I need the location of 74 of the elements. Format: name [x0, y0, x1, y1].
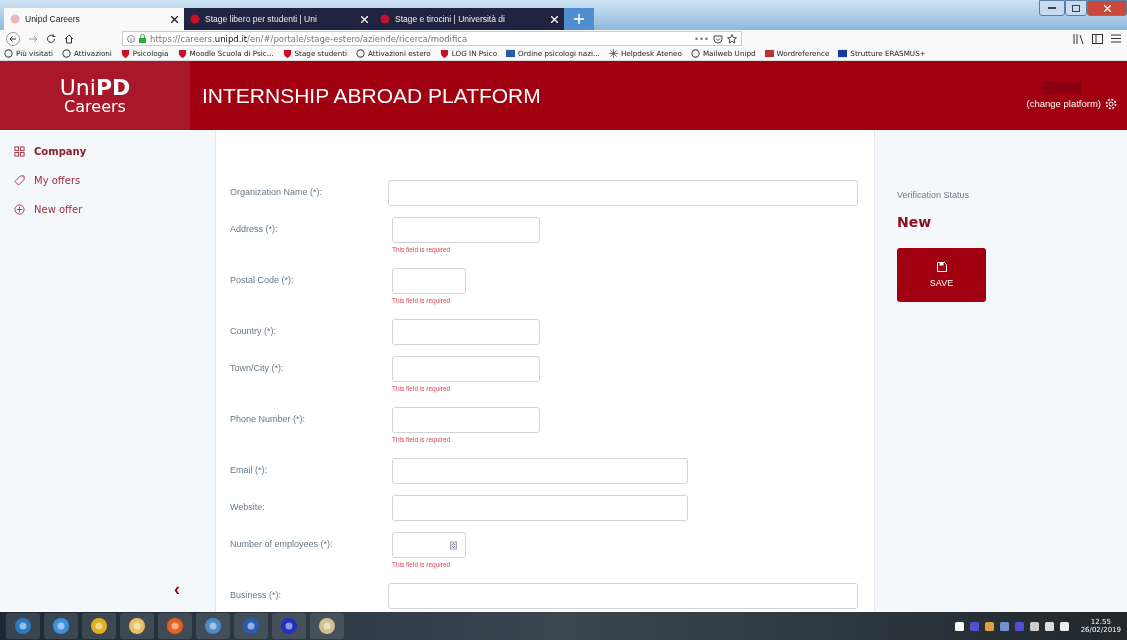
favicon-icon — [190, 14, 200, 24]
field-label: Organization Name (*): — [230, 186, 324, 197]
logo-icon — [764, 49, 774, 58]
input-field[interactable] — [392, 356, 540, 382]
field-label: Address (*): — [230, 223, 279, 234]
back-button[interactable] — [6, 31, 20, 46]
url-text: https://careers.unipd.it/en/#/portale/stage-estero/aziende/ricerca/modifica — [150, 33, 469, 44]
more-actions-button[interactable]: ••• — [693, 33, 709, 44]
sidebar-item[interactable]: My offers — [14, 175, 190, 186]
menu-icon[interactable] — [1111, 34, 1121, 43]
tag-icon — [14, 175, 25, 186]
status-value: New — [897, 214, 932, 230]
minimize-button[interactable] — [1039, 0, 1065, 16]
browser-tab[interactable]: Unipd Careers — [4, 8, 184, 30]
star-icon — [608, 49, 618, 58]
sidebar-item[interactable]: New offer — [14, 204, 190, 215]
favicon-icon — [380, 14, 390, 24]
grid-icon — [14, 146, 25, 157]
field-label: Country (*): — [230, 325, 277, 336]
taskbar-button[interactable] — [44, 613, 78, 639]
field-label: Business (*): — [230, 589, 283, 600]
plus-circle-icon — [14, 204, 25, 215]
collapse-button[interactable]: ‹ — [174, 580, 180, 598]
forward-button[interactable] — [28, 33, 38, 44]
close-icon[interactable] — [171, 15, 178, 23]
logo: UniPD Careers — [0, 61, 190, 130]
new-tab-button[interactable] — [564, 8, 594, 30]
minimize-icon — [1048, 6, 1056, 10]
home-button[interactable] — [64, 33, 74, 44]
field-label: Email (*): — [230, 464, 268, 475]
address-bar[interactable]: https://careers.unipd.it/en/#/portale/stage-estero/aziende/ricerca/modifica ••• — [122, 31, 742, 46]
field-label: Town/City (*): — [230, 362, 285, 373]
input-field[interactable] — [392, 458, 688, 484]
favicon-icon — [10, 14, 20, 24]
taskbar-button[interactable] — [120, 613, 154, 639]
library-icon[interactable] — [1073, 33, 1084, 44]
sidebar-item[interactable]: Company — [14, 146, 190, 157]
maximize-button[interactable] — [1065, 0, 1087, 16]
field-label: Postal Code (*): — [230, 274, 295, 285]
taskbar-button[interactable] — [234, 613, 268, 639]
logo-icon — [506, 49, 516, 58]
input-field[interactable] — [392, 495, 688, 521]
taskbar-button[interactable] — [82, 613, 116, 639]
save-button[interactable]: SAVE — [897, 248, 986, 302]
input-field[interactable] — [392, 268, 466, 294]
pocket-icon[interactable] — [713, 33, 723, 44]
settings-icon[interactable] — [1105, 97, 1117, 110]
taskbar-button[interactable] — [6, 613, 40, 639]
taskbar-button[interactable] — [272, 613, 306, 639]
field-label: Website: — [230, 501, 266, 512]
taskbar-button[interactable] — [310, 613, 344, 639]
lock-icon — [139, 34, 146, 43]
field-label: Phone Number (*): — [230, 413, 307, 424]
browser-tab[interactable]: Stage libero per studenti | Uni — [184, 8, 374, 30]
change-platform-link[interactable]: (change platform) — [1026, 98, 1101, 109]
input-field[interactable] — [388, 583, 858, 609]
close-button[interactable] — [1087, 0, 1127, 16]
input-field[interactable] — [392, 319, 540, 345]
browser-tab[interactable]: Stage e tirocini | Università di — [374, 8, 564, 30]
taskbar-button[interactable] — [196, 613, 230, 639]
status-label: Verification Status — [897, 190, 970, 200]
taskbar-button[interactable] — [158, 613, 192, 639]
input-field[interactable] — [388, 180, 858, 206]
input-field[interactable] — [392, 217, 540, 243]
number-field[interactable] — [392, 532, 466, 558]
plus-icon — [574, 14, 584, 24]
input-field[interactable] — [392, 407, 540, 433]
maximize-icon — [1072, 4, 1080, 12]
sidebar-icon[interactable] — [1092, 33, 1103, 44]
spinner-icon[interactable] — [449, 540, 457, 550]
field-label: Number of employees (*): — [230, 538, 334, 549]
reload-button[interactable] — [46, 33, 56, 44]
star-icon[interactable] — [727, 33, 737, 44]
page-title: INTERNSHIP ABROAD PLATFORM — [201, 82, 542, 109]
